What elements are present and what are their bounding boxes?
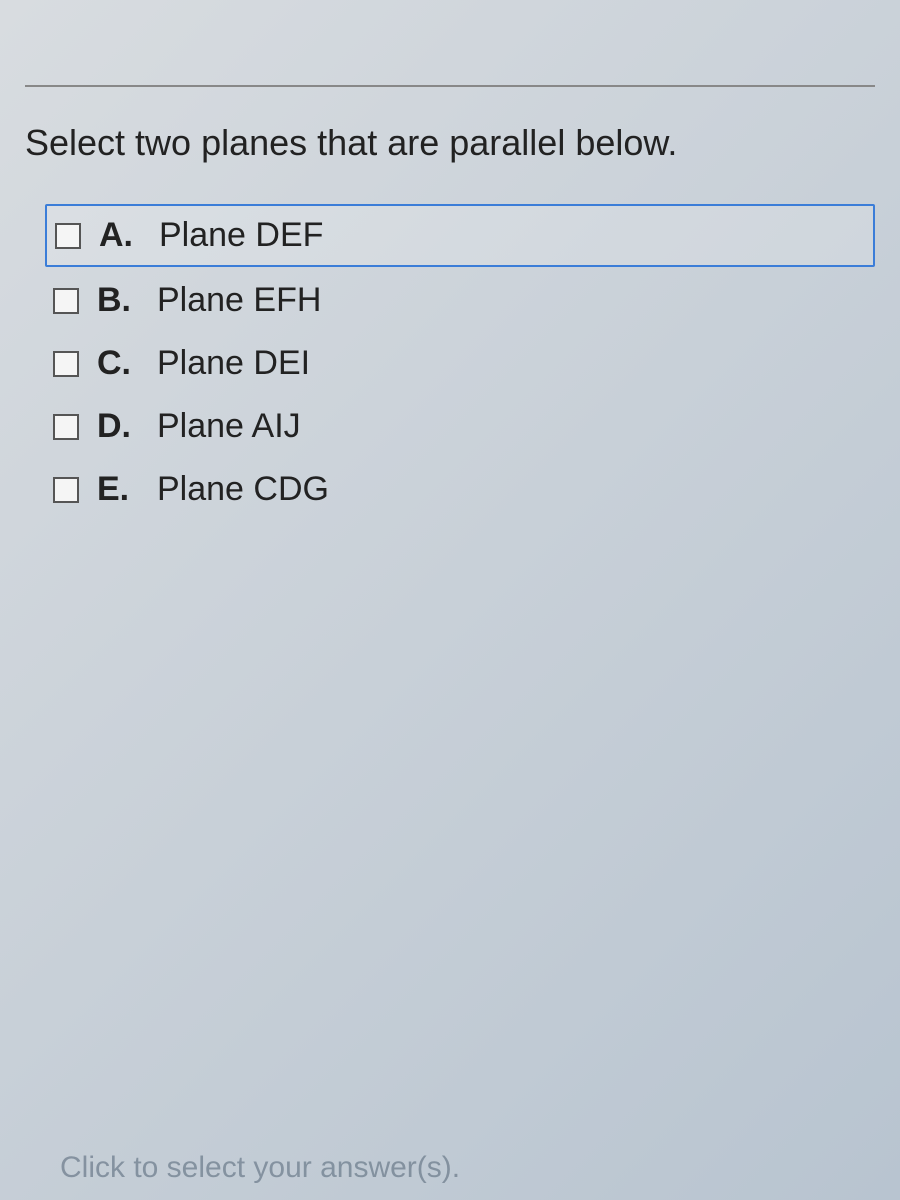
- checkbox-a[interactable]: [55, 223, 81, 249]
- options-list: A. Plane DEF B. Plane EFH C. Plane DEI D…: [25, 204, 875, 519]
- option-letter: E.: [97, 470, 137, 509]
- option-letter: B.: [97, 281, 137, 320]
- option-text: Plane DEI: [157, 344, 310, 383]
- option-text: Plane DEF: [159, 216, 323, 255]
- option-letter: D.: [97, 407, 137, 446]
- checkbox-e[interactable]: [53, 477, 79, 503]
- checkbox-d[interactable]: [53, 414, 79, 440]
- option-letter: A.: [99, 216, 139, 255]
- checkbox-c[interactable]: [53, 351, 79, 377]
- option-text: Plane AIJ: [157, 407, 301, 446]
- option-row-c[interactable]: C. Plane DEI: [45, 334, 875, 393]
- footer-hint: Click to select your answer(s).: [60, 1151, 460, 1185]
- question-prompt: Select two planes that are parallel belo…: [25, 122, 875, 164]
- option-text: Plane CDG: [157, 470, 329, 509]
- section-divider: [25, 85, 875, 87]
- option-row-a[interactable]: A. Plane DEF: [45, 204, 875, 267]
- option-row-d[interactable]: D. Plane AIJ: [45, 397, 875, 456]
- option-letter: C.: [97, 344, 137, 383]
- option-text: Plane EFH: [157, 281, 321, 320]
- option-row-e[interactable]: E. Plane CDG: [45, 460, 875, 519]
- checkbox-b[interactable]: [53, 288, 79, 314]
- option-row-b[interactable]: B. Plane EFH: [45, 271, 875, 330]
